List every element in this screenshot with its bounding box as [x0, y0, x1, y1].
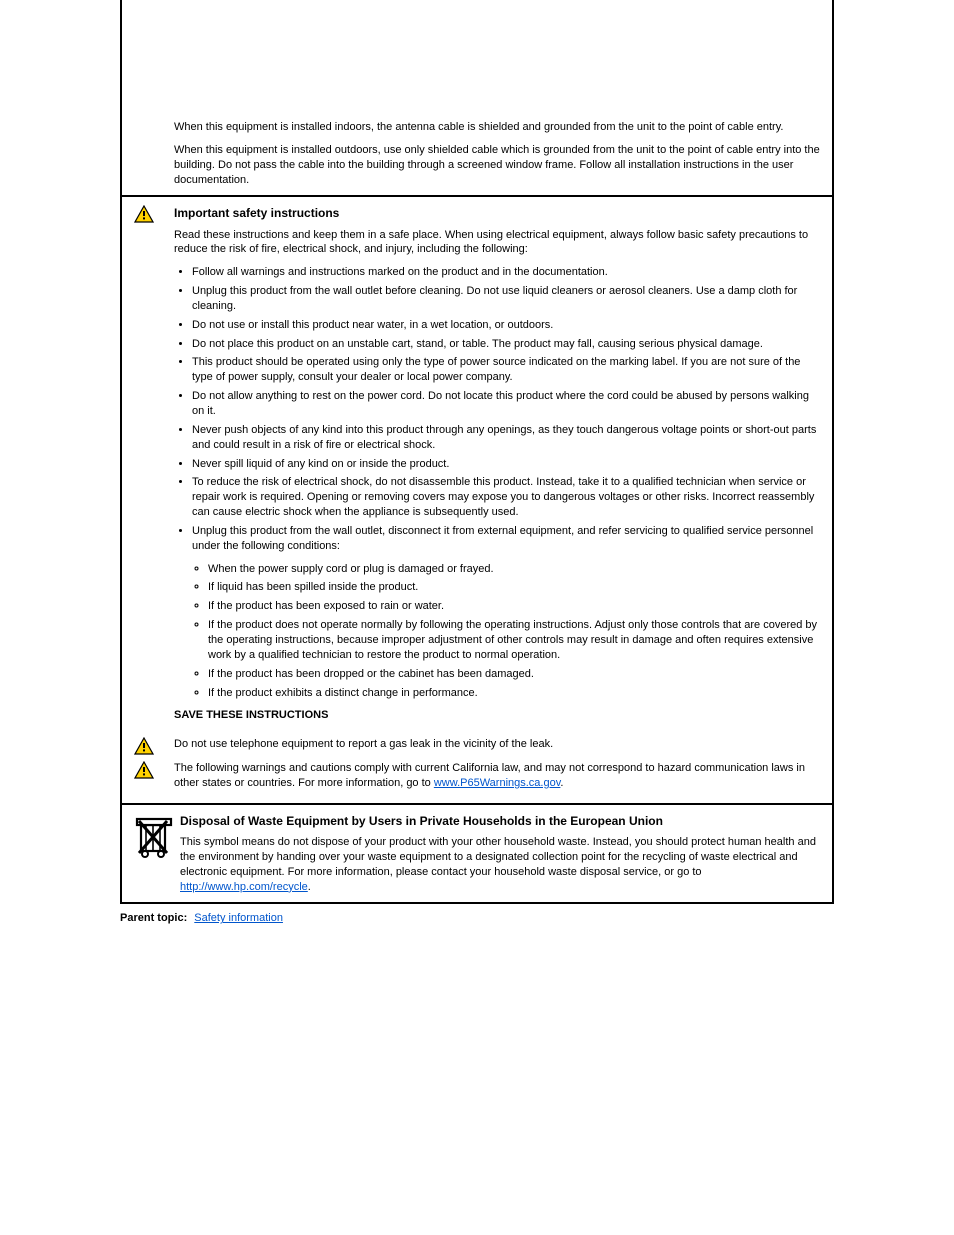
list-item: Do not use or install this product near …: [192, 318, 820, 333]
list-item: If the product has been exposed to rain …: [208, 599, 820, 614]
safety-list: Follow all warnings and instructions mar…: [174, 265, 820, 553]
safety-w2: Do not use telephone equipment to report…: [174, 737, 820, 752]
cell-disposal: Disposal of Waste Equipment by Users in …: [122, 805, 832, 905]
disposal-after: .: [308, 881, 311, 893]
list-item: To reduce the risk of electrical shock, …: [192, 475, 820, 520]
safety-row-2: Do not use telephone equipment to report…: [134, 737, 820, 755]
w3-after: .: [560, 777, 563, 789]
safety-w3: The following warnings and cautions comp…: [174, 761, 820, 791]
list-item: When the power supply cord or plug is da…: [208, 562, 820, 577]
content-frame: When this equipment is installed indoors…: [120, 0, 834, 904]
safety-row-3: The following warnings and cautions comp…: [134, 761, 820, 791]
list-item: Do not place this product on an unstable…: [192, 337, 820, 352]
list-item: Unplug this product from the wall outlet…: [192, 284, 820, 314]
list-item: If the product does not operate normally…: [208, 618, 820, 663]
list-item: Follow all warnings and instructions mar…: [192, 265, 820, 280]
safety-intro: Read these instructions and keep them in…: [174, 228, 820, 258]
disposal-text: Disposal of Waste Equipment by Users in …: [180, 813, 820, 895]
safety-text-2: Do not use telephone equipment to report…: [174, 737, 820, 752]
cell1-p2: When this equipment is installed outdoor…: [174, 143, 820, 188]
disposal-heading: Disposal of Waste Equipment by Users in …: [180, 813, 820, 829]
warning-icon: [134, 205, 174, 223]
list-item: Do not allow anything to rest on the pow…: [192, 389, 820, 419]
recycle-link[interactable]: http://www.hp.com/recycle: [180, 881, 308, 893]
list-item: If liquid has been spilled inside the pr…: [208, 580, 820, 595]
safety-closing: SAVE THESE INSTRUCTIONS: [174, 708, 820, 723]
disposal-before: This symbol means do not dispose of your…: [180, 836, 816, 878]
page-root: When this equipment is installed indoors…: [0, 0, 954, 968]
footer-links: Parent topic: Safety information: [120, 912, 834, 924]
list-item: Never spill liquid of any kind on or ins…: [192, 457, 820, 472]
warning-icon: [134, 737, 174, 755]
list-item: If the product has been dropped or the c…: [208, 667, 820, 682]
parent-topic-label: Parent topic:: [120, 912, 187, 924]
safety-heading: Important safety instructions: [174, 205, 820, 221]
cell-safety: Important safety instructions Read these…: [122, 197, 832, 805]
ca-warnings-link[interactable]: www.P65Warnings.ca.gov: [434, 777, 561, 789]
cell1-p1: When this equipment is installed indoors…: [174, 120, 820, 135]
cell1-row: When this equipment is installed indoors…: [134, 120, 820, 187]
parent-topic-link[interactable]: Safety information: [194, 912, 283, 924]
safety-text-1: Important safety instructions Read these…: [174, 205, 820, 731]
list-item: Unplug this product from the wall outlet…: [192, 524, 820, 554]
cell1-text: When this equipment is installed indoors…: [174, 120, 820, 187]
list-item: If the product exhibits a distinct chang…: [208, 686, 820, 701]
warning-icon: [134, 761, 174, 779]
list-item: Never push objects of any kind into this…: [192, 423, 820, 453]
disposal-row: Disposal of Waste Equipment by Users in …: [134, 813, 820, 895]
safety-text-3: The following warnings and cautions comp…: [174, 761, 820, 791]
safety-row-1: Important safety instructions Read these…: [134, 205, 820, 731]
cell-indoor-outdoor: When this equipment is installed indoors…: [122, 0, 832, 197]
list-item: This product should be operated using on…: [192, 355, 820, 385]
weee-icon: [134, 813, 180, 859]
disposal-body: This symbol means do not dispose of your…: [180, 835, 820, 894]
safety-sublist: When the power supply cord or plug is da…: [174, 562, 820, 701]
